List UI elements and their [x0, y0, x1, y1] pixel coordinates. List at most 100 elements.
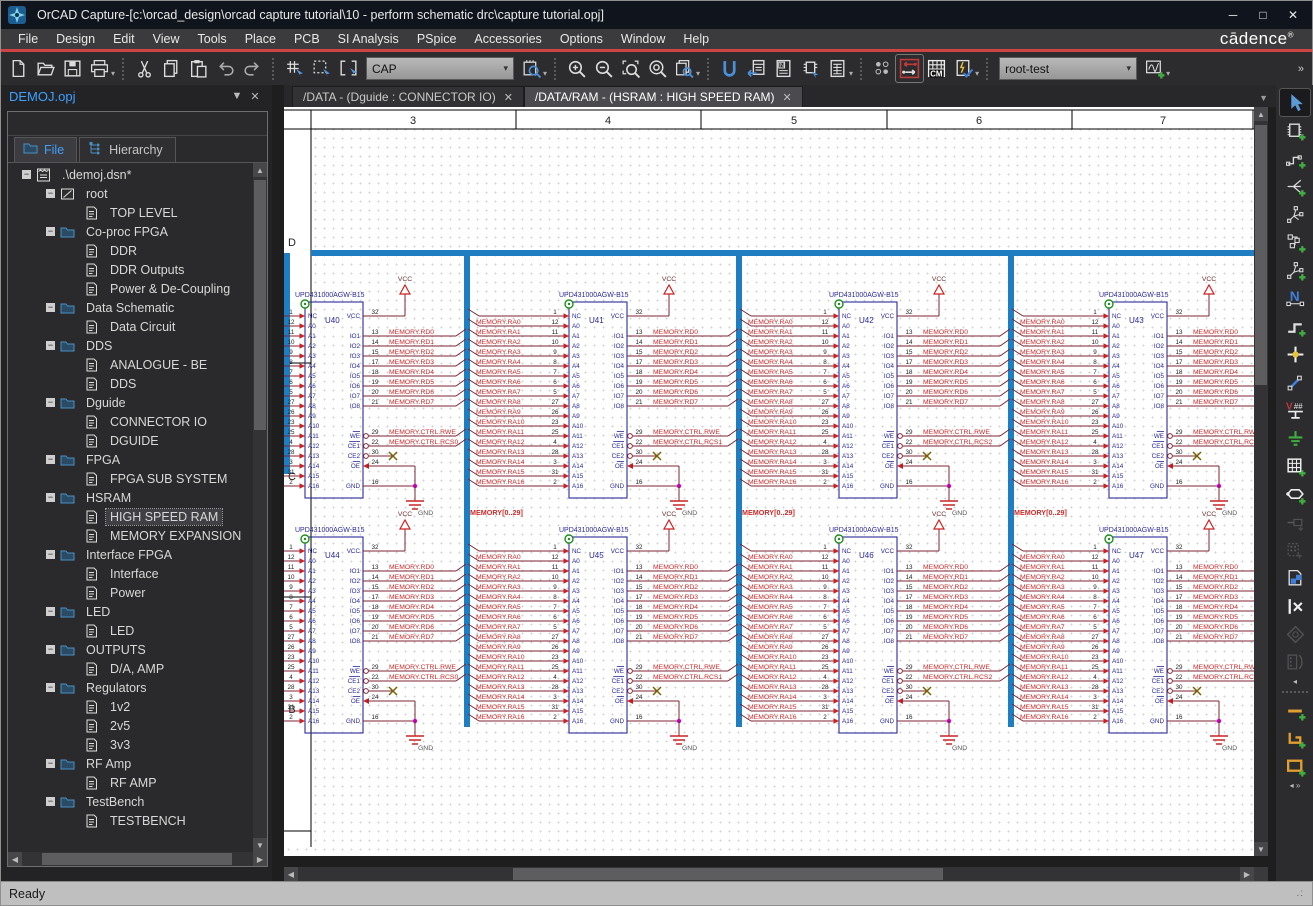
tree-item-high-speed-ram[interactable]: HIGH SPEED RAM — [8, 507, 253, 526]
editor-tab-1[interactable]: /DATA/RAM - (HSRAM : HIGH SPEED RAM) ✕ — [523, 86, 803, 107]
tree-vscroll-thumb[interactable] — [254, 180, 266, 430]
scroll-down-icon[interactable]: ▼ — [253, 838, 267, 852]
resize-grip[interactable]: .: — [1296, 888, 1304, 899]
menu-pspice[interactable]: PSpice — [408, 29, 466, 49]
place-pin-array-icon[interactable] — [1280, 537, 1310, 564]
tree-item-testbench[interactable]: TESTBENCH — [8, 811, 253, 830]
tree-item-fpga-sub-system[interactable]: FPGA SUB SYSTEM — [8, 469, 253, 488]
tab-list-icon[interactable]: ▼ — [1259, 93, 1276, 107]
tree-item-data-schematic[interactable]: − Data Schematic — [8, 298, 253, 317]
place-pin-icon[interactable] — [1280, 509, 1310, 536]
menu-options[interactable]: Options — [551, 29, 612, 49]
tree-item-analogue-be[interactable]: ANALOGUE - BE — [8, 355, 253, 374]
redo-icon[interactable] — [239, 55, 266, 82]
scroll-up-mini-icon[interactable]: ◂ — [1293, 677, 1297, 687]
tree-item-power-de-coupling[interactable]: Power & De-Coupling — [8, 279, 253, 298]
scroll-right-icon[interactable]: ▶ — [253, 852, 267, 866]
tree-item-rf-amp[interactable]: RF AMP — [8, 773, 253, 792]
place-bus-icon[interactable] — [1280, 313, 1310, 340]
collapse-icon[interactable]: − — [46, 607, 55, 616]
select-area-icon[interactable] — [308, 55, 335, 82]
menu-tools[interactable]: Tools — [189, 29, 236, 49]
place-off-page-connector-icon[interactable] — [1280, 565, 1310, 592]
menu-view[interactable]: View — [144, 29, 189, 49]
tree-item-root[interactable]: − root — [8, 184, 253, 203]
tree-horizontal-scrollbar[interactable]: ◀ ▶ — [8, 852, 267, 866]
tree-hscroll-thumb[interactable] — [42, 853, 232, 865]
collapse-icon[interactable]: − — [46, 493, 55, 502]
open-document-icon[interactable] — [32, 55, 59, 82]
scroll-more-mini-icon[interactable]: ◂ » — [1290, 781, 1301, 791]
collapse-icon[interactable]: − — [46, 398, 55, 407]
collapse-icon[interactable]: − — [46, 227, 55, 236]
scroll-down-icon[interactable]: ▼ — [1254, 842, 1268, 856]
tree-item-testbench[interactable]: − TestBench — [8, 792, 253, 811]
minimize-button[interactable]: ─ — [1220, 5, 1246, 25]
place-no-connect-icon[interactable] — [1280, 593, 1310, 620]
tree-item-interface-fpga[interactable]: − Interface FPGA — [8, 545, 253, 564]
tree-item-1v2[interactable]: 1v2 — [8, 697, 253, 716]
tree-item-d-a-amp[interactable]: D/A, AMP — [8, 659, 253, 678]
back-annotate-icon[interactable] — [743, 55, 770, 82]
tree-item-dguide[interactable]: DGUIDE — [8, 431, 253, 450]
place-bus-entry-icon[interactable] — [1280, 369, 1310, 396]
part-search-icon[interactable] — [518, 55, 545, 82]
tree-item-co-proc-fpga[interactable]: − Co-proc FPGA — [8, 222, 253, 241]
tree-item-dds[interactable]: DDS — [8, 374, 253, 393]
place-bus-group-icon[interactable] — [1280, 649, 1310, 676]
collapse-icon[interactable]: − — [46, 645, 55, 654]
menu-edit[interactable]: Edit — [104, 29, 144, 49]
place-ground-icon[interactable] — [1280, 425, 1310, 452]
place-auto-bus-icon[interactable] — [1280, 229, 1310, 256]
close-button[interactable]: ✕ — [1280, 5, 1306, 25]
place-power-icon[interactable]: V ## — [1280, 397, 1310, 424]
collapse-icon[interactable]: − — [46, 797, 55, 806]
canvas-vertical-scrollbar[interactable]: ▲ ▼ — [1254, 107, 1268, 856]
tree-item-power[interactable]: Power — [8, 583, 253, 602]
place-net-alias-icon[interactable]: N — [1280, 285, 1310, 312]
ascend-hierarchy-icon[interactable] — [716, 55, 743, 82]
place-auto-wire-icon[interactable] — [1280, 201, 1310, 228]
panel-menu-icon[interactable]: ▼ — [228, 90, 246, 102]
place-polyline-icon[interactable] — [1280, 725, 1310, 752]
collapse-icon[interactable]: − — [22, 170, 31, 179]
tree-vertical-scrollbar[interactable]: ▲ ▼ — [253, 163, 267, 852]
signal-integrity-icon[interactable] — [895, 54, 925, 83]
place-auto-wire-multi-icon[interactable] — [1280, 257, 1310, 284]
bill-of-materials-icon[interactable] — [824, 55, 851, 82]
tree-item-dguide[interactable]: − Dguide — [8, 393, 253, 412]
menu-design[interactable]: Design — [47, 29, 104, 49]
tree-item-outputs[interactable]: − OUTPUTS — [8, 640, 253, 659]
design-sync-icon[interactable] — [950, 55, 977, 82]
cross-reference-icon[interactable] — [797, 55, 824, 82]
tree-item-memory-expansion[interactable]: MEMORY EXPANSION — [8, 526, 253, 545]
design-rules-check-icon[interactable] — [869, 55, 896, 82]
tab-file[interactable]: File — [14, 137, 78, 162]
collapse-icon[interactable]: − — [46, 455, 55, 464]
place-part-icon[interactable] — [1280, 117, 1310, 144]
tree-item-led[interactable]: − LED — [8, 602, 253, 621]
scroll-up-icon[interactable]: ▲ — [253, 163, 267, 177]
menu-accessories[interactable]: Accessories — [465, 29, 550, 49]
menu-file[interactable]: File — [9, 29, 47, 49]
place-line-icon[interactable] — [1280, 697, 1310, 724]
scroll-left-icon[interactable]: ◀ — [8, 852, 22, 866]
tree-item-ddr[interactable]: DDR — [8, 241, 253, 260]
config-combo[interactable]: root-test ▾ — [999, 57, 1138, 80]
collapse-icon[interactable]: − — [46, 550, 55, 559]
netlist-icon[interactable]: N — [770, 55, 797, 82]
tree-item--demoj-dsn-[interactable]: − .\demoj.dsn* — [8, 165, 253, 184]
collapse-icon[interactable]: − — [46, 341, 55, 350]
constraint-manager-icon[interactable]: CM — [923, 55, 950, 82]
zoom-out-icon[interactable] — [590, 55, 617, 82]
print-icon[interactable] — [86, 55, 113, 82]
collapse-icon[interactable]: − — [46, 303, 55, 312]
place-ieee-symbol-icon[interactable] — [1280, 621, 1310, 648]
menu-help[interactable]: Help — [674, 29, 718, 49]
place-rectangle-icon[interactable] — [1280, 753, 1310, 780]
place-hierarchical-block-icon[interactable] — [1280, 453, 1310, 480]
collapse-icon[interactable]: − — [46, 759, 55, 768]
tree-item-fpga[interactable]: − FPGA — [8, 450, 253, 469]
fit-view-icon[interactable] — [335, 55, 362, 82]
panel-close-icon[interactable]: ✕ — [246, 90, 264, 103]
